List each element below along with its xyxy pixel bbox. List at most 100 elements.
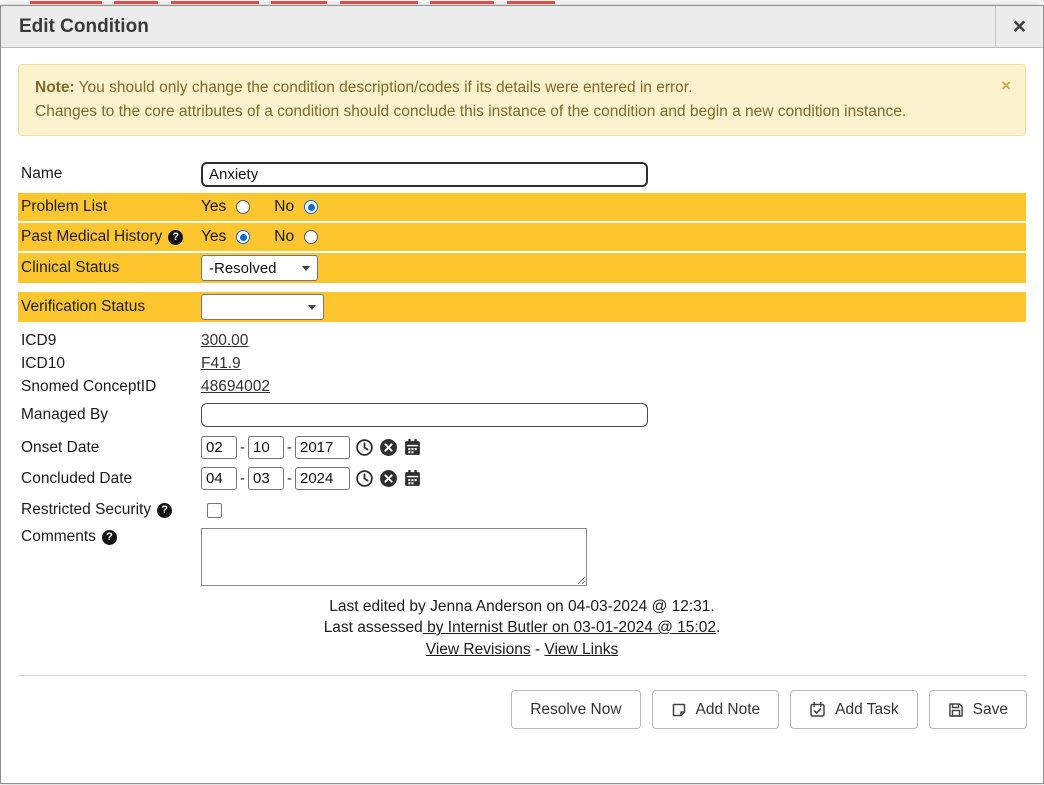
time-icon[interactable] <box>355 438 374 457</box>
icd10-row: ICD10 F41.9 <box>18 352 1026 375</box>
pmh-no-radio[interactable] <box>304 230 318 244</box>
past-medical-history-label: Past Medical History ? <box>18 228 201 246</box>
chevron-down-icon <box>302 266 310 271</box>
edit-condition-form: Name Problem List Yes No Past Medical Hi… <box>1 136 1043 660</box>
save-icon <box>948 702 964 718</box>
onset-day-input[interactable] <box>248 436 284 459</box>
onset-date-row: Onset Date - - <box>18 432 1026 463</box>
date-separator: - <box>240 439 245 456</box>
close-icon[interactable]: × <box>995 6 1043 47</box>
clear-date-icon[interactable] <box>379 469 398 488</box>
name-row: Name <box>18 158 1026 190</box>
last-assessed-link[interactable]: by Internist Butler on 03-01-2024 @ 15:0… <box>423 619 716 636</box>
icd9-row: ICD9 300.00 <box>18 329 1026 352</box>
last-assessed-prefix: Last assessed <box>324 619 423 636</box>
onset-month-input[interactable] <box>201 436 237 459</box>
snomed-link[interactable]: 48694002 <box>201 378 270 396</box>
background-text-fragment <box>171 1 259 4</box>
help-icon[interactable]: ? <box>168 230 183 245</box>
links-separator: - <box>535 641 540 658</box>
managed-by-input[interactable] <box>201 403 648 427</box>
date-separator: - <box>287 470 292 487</box>
add-task-label: Add Task <box>835 701 898 719</box>
concluded-year-input[interactable] <box>295 467 350 490</box>
resolve-now-label: Resolve Now <box>530 701 621 719</box>
problem-list-radio-group: Yes No <box>201 198 318 216</box>
add-task-button[interactable]: Add Task <box>790 690 917 729</box>
snomed-label: Snomed ConceptID <box>18 378 201 396</box>
clear-date-icon[interactable] <box>379 438 398 457</box>
verification-status-select[interactable] <box>201 294 324 320</box>
verification-status-label: Verification Status <box>18 298 201 316</box>
comments-label: Comments ? <box>18 528 201 546</box>
icd10-link[interactable]: F41.9 <box>201 355 241 373</box>
meta-links-line: View Revisions - View Links <box>18 639 1026 660</box>
add-note-button[interactable]: Add Note <box>652 690 780 729</box>
clinical-status-row: Clinical Status -Resolved <box>18 253 1026 283</box>
pmh-yes-label: Yes <box>201 228 226 246</box>
help-icon[interactable]: ? <box>102 530 117 545</box>
verification-status-row: Verification Status <box>18 292 1026 322</box>
last-edited-text: Last edited by Jenna Anderson on 04-03-2… <box>18 596 1026 617</box>
restricted-security-row: Restricted Security ? <box>18 496 1026 524</box>
note-text-1: You should only change the condition des… <box>75 79 693 96</box>
save-label: Save <box>973 701 1008 719</box>
concluded-date-label: Concluded Date <box>18 470 201 488</box>
dialog-title: Edit Condition <box>1 16 149 38</box>
background-text-fragment <box>271 1 327 4</box>
note-dismiss-icon[interactable]: × <box>1001 74 1011 98</box>
note-text-2: Changes to the core attributes of a cond… <box>35 100 985 124</box>
calendar-task-icon <box>809 701 826 718</box>
concluded-month-input[interactable] <box>201 467 237 490</box>
name-input[interactable] <box>201 162 648 187</box>
footer-button-bar: Resolve Now Add Note Add Task Save <box>1 676 1043 729</box>
background-text-fragment <box>507 1 555 4</box>
note-banner: Note: You should only change the conditi… <box>18 64 1026 136</box>
past-medical-history-row: Past Medical History ? Yes No <box>18 223 1026 251</box>
background-text-fragment <box>30 1 102 4</box>
restricted-security-checkbox[interactable] <box>207 503 222 518</box>
note-line-1: Note: You should only change the conditi… <box>35 76 985 100</box>
edit-condition-dialog: Edit Condition × Note: You should only c… <box>0 5 1044 784</box>
background-text-fragment <box>430 1 494 4</box>
clinical-status-value: -Resolved <box>209 260 277 277</box>
chevron-down-icon <box>308 305 316 310</box>
icd9-label: ICD9 <box>18 332 201 350</box>
clinical-status-select[interactable]: -Resolved <box>201 255 318 281</box>
past-medical-history-label-text: Past Medical History <box>21 228 162 246</box>
past-medical-history-radio-group: Yes No <box>201 228 318 246</box>
time-icon[interactable] <box>355 469 374 488</box>
problem-list-yes-radio[interactable] <box>236 200 250 214</box>
clinical-status-label: Clinical Status <box>18 259 201 277</box>
restricted-security-label: Restricted Security ? <box>18 501 201 519</box>
problem-list-no-label: No <box>274 198 294 216</box>
onset-date-group: - - <box>201 436 422 459</box>
save-button[interactable]: Save <box>929 690 1027 729</box>
problem-list-row: Problem List Yes No <box>18 193 1026 221</box>
date-separator: - <box>287 439 292 456</box>
comments-label-text: Comments <box>21 528 96 546</box>
problem-list-label: Problem List <box>18 198 201 216</box>
concluded-date-group: - - <box>201 467 422 490</box>
calendar-icon[interactable] <box>403 469 422 488</box>
pmh-yes-radio[interactable] <box>236 230 250 244</box>
icd9-link[interactable]: 300.00 <box>201 332 248 350</box>
calendar-icon[interactable] <box>403 438 422 457</box>
comments-textarea[interactable] <box>201 528 587 586</box>
managed-by-label: Managed By <box>18 406 201 424</box>
onset-year-input[interactable] <box>295 436 350 459</box>
comments-row: Comments ? <box>18 528 1026 586</box>
resolve-now-button[interactable]: Resolve Now <box>511 690 640 729</box>
dialog-header: Edit Condition × <box>1 6 1043 48</box>
last-assessed-line: Last assessed by Internist Butler on 03-… <box>18 617 1026 638</box>
problem-list-yes-label: Yes <box>201 198 226 216</box>
concluded-day-input[interactable] <box>248 467 284 490</box>
help-icon[interactable]: ? <box>157 503 172 518</box>
add-note-label: Add Note <box>696 701 761 719</box>
note-icon <box>671 702 687 718</box>
problem-list-no-radio[interactable] <box>304 200 318 214</box>
view-revisions-link[interactable]: View Revisions <box>426 641 531 658</box>
snomed-row: Snomed ConceptID 48694002 <box>18 375 1026 398</box>
concluded-date-row: Concluded Date - - <box>18 463 1026 494</box>
view-links-link[interactable]: View Links <box>544 641 618 658</box>
